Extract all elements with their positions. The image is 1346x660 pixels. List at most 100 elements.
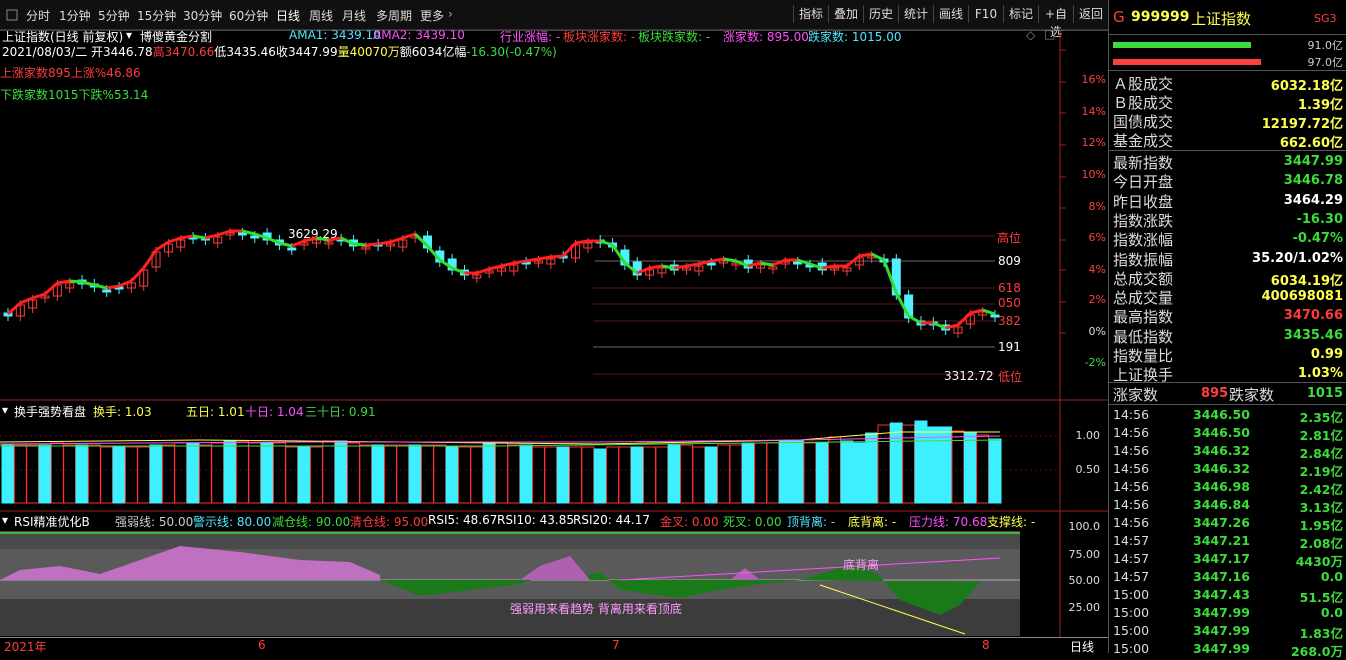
sell-volume-bar [1113,59,1261,65]
tick-row[interactable]: 15:00 3447.99 0.0 [1113,605,1343,623]
ma-segment [686,262,700,268]
stock-code: 999999 [1131,9,1190,25]
buy-volume-bar [1113,42,1251,48]
tick-volume: 1.95亿 [1299,518,1343,533]
tick-row[interactable]: 14:57 3447.17 4430万 [1113,551,1343,569]
ma-segment [316,236,330,242]
ma-segment [180,234,194,240]
sg-badge: SG3 [1314,12,1337,25]
ma-segment [106,284,120,290]
ma-segment [907,314,922,325]
tick-volume: 268.0万 [1290,644,1343,659]
tick-time: 15:00 [1113,605,1150,620]
golden-cross-value: 金叉: 0.00 [660,515,719,529]
ma-segment [365,242,379,247]
tick-row[interactable]: 14:56 3446.32 2.19亿 [1113,461,1343,479]
time-label-6: 6 [258,638,266,652]
row-label: 指数涨跌 [1113,211,1174,230]
ma-segment [562,241,577,258]
ma-segment [859,252,872,258]
ma-segment [142,249,158,269]
row-label: Ｂ股成交 [1113,94,1174,112]
tick-row[interactable]: 14:56 3446.84 3.13亿 [1113,497,1343,515]
tick-time: 15:00 [1113,641,1150,656]
tick-row[interactable]: 15:00 3447.99 1.83亿 [1113,623,1343,641]
tick-time: 15:00 [1113,623,1150,638]
ma-segment [7,301,22,316]
rsi-title: RSI精准优化B [14,515,90,529]
row-label: Ａ股成交 [1113,75,1174,93]
rsi-chevron-icon[interactable]: ▾ [2,513,8,527]
row-value: 6034.19亿 [1270,273,1343,289]
tick-price: 3446.50 [1193,407,1250,422]
row-label: 指数涨幅 [1113,231,1174,250]
tick-price: 3446.50 [1193,425,1250,440]
tick-volume: 3.13亿 [1299,500,1343,515]
tick-row[interactable]: 14:56 3446.50 2.81亿 [1113,425,1343,443]
tick-row[interactable]: 14:56 3446.98 2.42亿 [1113,479,1343,497]
row-label: 总成交量 [1113,289,1174,308]
ma-segment [488,264,502,271]
time-mode-label[interactable]: 日线 [1070,638,1094,655]
ma-segment [599,239,614,247]
tick-row[interactable]: 14:56 3446.32 2.84亿 [1113,443,1343,461]
row-label: 基金成交 [1113,132,1174,150]
turnover-row: 国债成交 12197.72亿 [1113,111,1343,132]
ma-segment [81,280,95,287]
turnover-chevron-icon[interactable]: ▾ [2,403,8,417]
ma-segment [155,240,170,252]
quote-row: 最低指数 3435.46 [1113,326,1343,346]
quote-row: 指数涨幅 -0.47% [1113,229,1343,250]
rsi-panel[interactable]: ▾ RSI精准优化B 强弱线: 50.00 警示线: 80.00 减仓线: 90… [0,512,1100,637]
rsi-tick-25: 25.00 [1068,601,1101,614]
ma-segment [513,259,527,265]
ma-segment [130,266,145,283]
candle-body [102,289,112,293]
ma-segment [723,257,737,263]
market-prefix: G [1113,8,1125,26]
rsi-warn-line: 警示线: 80.00 [193,515,272,529]
ma-segment [710,257,724,263]
ma-segment [217,229,231,237]
ma-segment [32,292,46,300]
tick-row[interactable]: 14:57 3447.16 0.0 [1113,569,1343,587]
tick-row[interactable]: 14:56 3446.50 2.35亿 [1113,407,1343,425]
tick-time: 14:56 [1113,425,1150,440]
top-divergence-value: 顶背离: - [787,515,836,529]
tick-volume: 4430万 [1295,554,1343,569]
buy-volume-value: 91.0亿 [1307,39,1344,52]
tick-row[interactable]: 14:56 3447.26 1.95亿 [1113,515,1343,533]
tick-row[interactable]: 15:00 3447.43 51.5亿 [1113,587,1343,605]
ma-segment [649,264,663,270]
tick-volume: 2.35亿 [1299,410,1343,425]
row-value: 662.60亿 [1279,136,1343,151]
tick-row[interactable]: 14:57 3447.21 2.08亿 [1113,533,1343,551]
stock-name: 上证指数 [1191,10,1252,28]
turnover-panel[interactable]: ▾ 换手强势看盘 换手: 1.03 五日: 1.01 十日: 1.04 三十日:… [0,401,1100,511]
turnover-row: 基金成交 662.60亿 [1113,130,1343,151]
tick-volume: 2.42亿 [1299,482,1343,497]
ma-segment [389,236,404,244]
row-value: 3464.29 [1283,192,1343,208]
ma-segment [673,264,687,270]
tick-volume: 0.0 [1320,569,1343,584]
rsi-reduce-line: 减仓线: 90.00 [272,515,351,529]
tick-row[interactable]: 15:00 3447.99 268.0万 [1113,641,1343,659]
row-label: 国债成交 [1113,113,1174,131]
ma-segment [94,283,108,290]
tick-time: 14:57 [1113,551,1150,566]
tick-volume: 1.83亿 [1299,626,1343,641]
candle-body [237,232,247,236]
ma-segment [476,267,490,275]
down-count-value: 1015 [1306,386,1343,401]
ma-segment [205,233,219,240]
tick-price: 3446.84 [1193,497,1250,512]
quote-panel: G 999999 上证指数 SG3 91.0亿 97.0亿 Ａ股成交 6032.1… [1108,0,1346,659]
tick-price: 3446.32 [1193,461,1250,476]
tick-price: 3446.32 [1193,443,1250,458]
ma-segment [661,264,675,270]
row-value: -16.30 [1296,211,1343,227]
row-value: 35.20/1.02% [1252,250,1343,266]
moving-average-line [7,229,996,330]
ma-segment [982,308,996,316]
